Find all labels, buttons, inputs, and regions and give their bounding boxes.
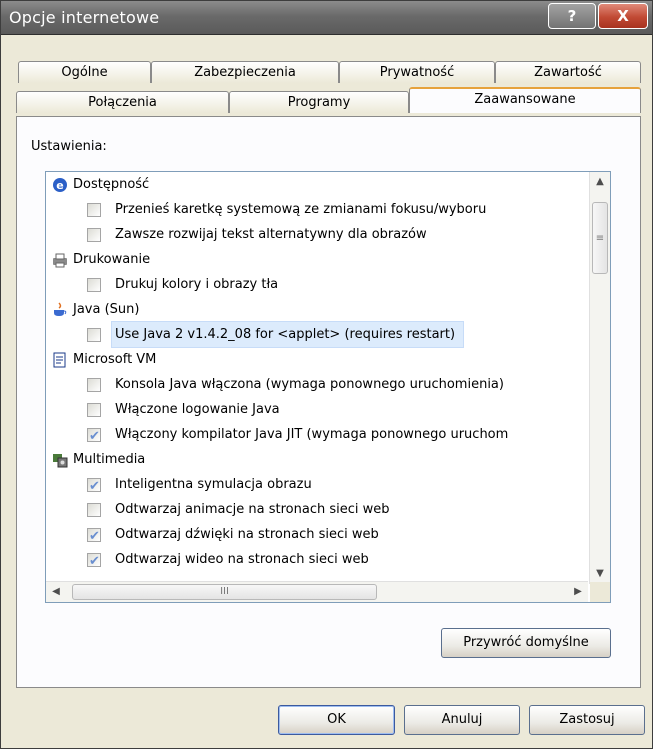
tree-category-label: Java (Sun) xyxy=(73,302,140,317)
tree-item-label[interactable]: Włączone logowanie Java xyxy=(115,397,280,422)
internet-options-dialog: Opcje internetowe ? X Ogólne Zabezpiecze… xyxy=(0,0,653,749)
tab-zaawansowane[interactable]: Zaawansowane xyxy=(409,87,641,113)
tree-category-label: Multimedia xyxy=(73,452,146,467)
tree-item-checkbox[interactable] xyxy=(87,203,101,217)
tree-item-checkbox[interactable] xyxy=(87,228,101,242)
multimedia-icon xyxy=(52,452,68,468)
tree-item[interactable]: Odtwarzaj dźwięki na stronach sieci web xyxy=(46,522,588,549)
tree-item[interactable]: Odtwarzaj animacje na stronach sieci web xyxy=(46,497,588,522)
tab-programy[interactable]: Programy xyxy=(229,91,409,113)
tab-prywatnosc[interactable]: Prywatność xyxy=(339,61,495,83)
vertical-scroll-thumb[interactable]: ≡ xyxy=(592,202,608,274)
tab-polaczenia[interactable]: Połączenia xyxy=(16,91,229,113)
tree-category: Java (Sun) xyxy=(46,297,588,322)
tree-item-checkbox[interactable] xyxy=(87,403,101,417)
tree-item-checkbox[interactable] xyxy=(87,278,101,292)
tree-item-label[interactable]: Konsola Java włączona (wymaga ponownego … xyxy=(115,372,504,397)
tree-item-label[interactable]: Włączony kompilator Java JIT (wymaga pon… xyxy=(115,422,508,447)
tree-item-label[interactable]: Drukuj kolory i obrazy tła xyxy=(115,272,278,297)
tree-item-checkbox[interactable] xyxy=(87,549,101,574)
tree-item[interactable]: Zawsze rozwijaj tekst alternatywny dla o… xyxy=(46,222,588,247)
settings-label: Ustawienia: xyxy=(31,139,107,154)
restore-defaults-button[interactable]: Przywróć domyślne xyxy=(441,628,611,658)
tab-zabezpieczenia[interactable]: Zabezpieczenia xyxy=(151,61,339,83)
scroll-left-arrow-icon[interactable]: ◀ xyxy=(46,582,66,602)
ok-button[interactable]: OK xyxy=(278,705,395,735)
close-button[interactable]: X xyxy=(598,3,648,29)
tree-item-checkbox[interactable] xyxy=(87,524,101,549)
tree-item-checkbox[interactable] xyxy=(87,328,101,342)
printer-icon xyxy=(52,252,68,268)
tree-item-checkbox[interactable] xyxy=(87,474,101,499)
tree-category: Drukowanie xyxy=(46,247,588,272)
tab-zawartosc[interactable]: Zawartość xyxy=(495,61,641,83)
tree-category: e Dostępność xyxy=(46,172,588,197)
tree-item[interactable]: Włączony kompilator Java JIT (wymaga pon… xyxy=(46,422,588,449)
tree-item[interactable]: Włączone logowanie Java xyxy=(46,397,588,422)
cancel-button[interactable]: Anuluj xyxy=(404,705,520,735)
java-cup-icon xyxy=(52,302,68,318)
tree-category-label: Microsoft VM xyxy=(73,352,157,367)
tree-item-label[interactable]: Use Java 2 v1.4.2_08 for <applet> (requi… xyxy=(110,321,465,348)
help-button[interactable]: ? xyxy=(548,3,596,29)
tree-item[interactable]: Przenieś karetkę systemową ze zmianami f… xyxy=(46,197,588,222)
horizontal-scrollbar[interactable]: ◀ III ▶ xyxy=(46,581,588,602)
scroll-right-arrow-icon[interactable]: ▶ xyxy=(568,582,588,602)
tree-item-checkbox[interactable] xyxy=(87,503,101,517)
tree-item[interactable]: Use Java 2 v1.4.2_08 for <applet> (requi… xyxy=(46,321,588,348)
settings-tree-body: e Dostępność Przenieś karetkę systemową ze… xyxy=(46,172,588,584)
tree-item-checkbox[interactable] xyxy=(87,424,101,449)
scrollbar-corner xyxy=(590,582,610,602)
tree-item-label[interactable]: Odtwarzaj animacje na stronach sieci web xyxy=(115,497,390,522)
document-icon xyxy=(52,352,68,368)
tree-item[interactable]: Inteligentna symulacja obrazu xyxy=(46,472,588,499)
window-title: Opcje internetowe xyxy=(9,8,160,27)
tree-item-label[interactable]: Inteligentna symulacja obrazu xyxy=(115,472,312,497)
tree-item-checkbox[interactable] xyxy=(87,378,101,392)
tree-item-label[interactable]: Przenieś karetkę systemową ze zmianami f… xyxy=(115,197,486,222)
tree-item[interactable]: Odtwarzaj wideo na stronach sieci web xyxy=(46,547,588,574)
tree-category-label: Dostępność xyxy=(73,177,150,192)
tree-category: Multimedia xyxy=(46,447,588,472)
scroll-down-arrow-icon[interactable]: ▼ xyxy=(590,564,610,584)
tree-item[interactable]: Drukuj kolory i obrazy tła xyxy=(46,272,588,297)
vertical-scrollbar[interactable]: ▲ ≡ ▼ xyxy=(589,172,610,584)
apply-button[interactable]: Zastosuj xyxy=(529,705,645,735)
accessibility-icon: e xyxy=(52,177,68,193)
svg-text:e: e xyxy=(56,179,63,192)
settings-tree[interactable]: e Dostępność Przenieś karetkę systemową ze… xyxy=(45,171,611,603)
tree-item-label[interactable]: Zawsze rozwijaj tekst alternatywny dla o… xyxy=(115,222,427,247)
tree-category-label: Drukowanie xyxy=(73,252,151,267)
horizontal-scroll-thumb[interactable]: III xyxy=(72,584,377,600)
tree-item[interactable]: Konsola Java włączona (wymaga ponownego … xyxy=(46,372,588,397)
title-bar[interactable]: Opcje internetowe ? X xyxy=(1,1,652,35)
tree-item-label[interactable]: Odtwarzaj dźwięki na stronach sieci web xyxy=(115,522,379,547)
tree-category: Microsoft VM xyxy=(46,347,588,372)
tab-ogolne[interactable]: Ogólne xyxy=(18,61,151,83)
scroll-up-arrow-icon[interactable]: ▲ xyxy=(590,172,610,192)
tree-item-label[interactable]: Odtwarzaj wideo na stronach sieci web xyxy=(115,547,369,572)
